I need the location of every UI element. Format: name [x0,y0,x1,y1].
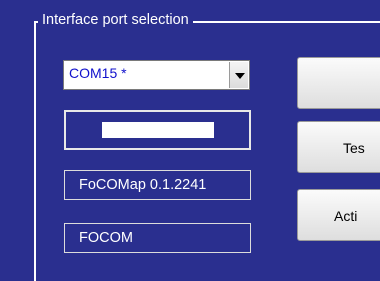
port-select-value: COM15 * [69,65,127,81]
name-label: FOCOM [79,230,133,246]
activate-button[interactable]: Acti [297,189,380,241]
version-label: FoCOMap 0.1.2241 [79,177,207,193]
top-button[interactable] [297,57,380,109]
name-label-box: FOCOM [64,223,251,253]
chevron-down-icon[interactable] [229,62,248,88]
status-field-fill [102,122,214,138]
test-button[interactable]: Tes [297,121,380,173]
status-field [64,110,251,150]
activate-button-label: Acti [334,208,358,224]
port-select[interactable]: COM15 * [63,60,250,90]
group-box-title: Interface port selection [38,10,193,30]
test-button-label: Tes [343,140,365,156]
version-label-box: FoCOMap 0.1.2241 [64,170,251,200]
